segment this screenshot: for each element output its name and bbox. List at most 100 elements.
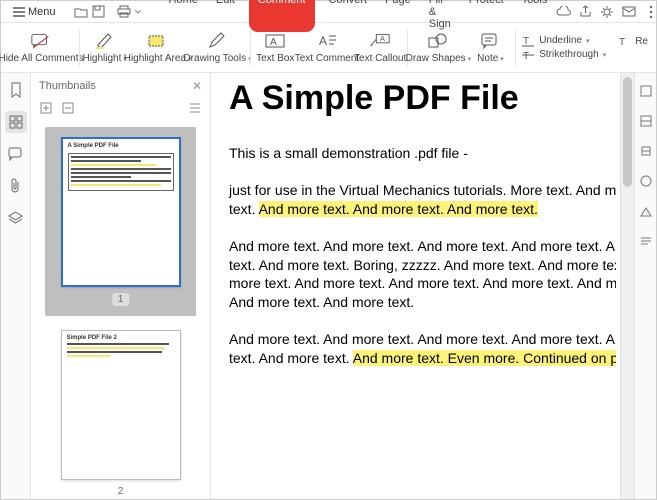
vertical-scrollbar[interactable]	[620, 73, 634, 499]
layers-rail-button[interactable]	[5, 207, 27, 229]
text-markup-group: T Underline ▾ T Strikethrough ▾	[518, 33, 610, 63]
highlight-button[interactable]: Highlight▾	[82, 29, 128, 66]
strikethrough-icon: T	[522, 49, 535, 61]
replace-label: Re	[635, 36, 648, 47]
right-rail-item-2[interactable]	[638, 113, 654, 129]
tab-fill-sign[interactable]: Fill & Sign	[425, 0, 455, 32]
close-icon[interactable]: ✕	[192, 79, 202, 93]
drawing-tools-label: Drawing Tools	[183, 53, 246, 64]
left-rail	[1, 73, 31, 499]
menubar: Menu Home Edit Comment Convert Page Fill…	[1, 1, 656, 23]
main-tabs: Home Edit Comment Convert Page Fill & Si…	[165, 0, 552, 32]
right-rail-item-1[interactable]	[638, 83, 654, 99]
right-rail-item-5[interactable]	[638, 203, 654, 219]
svg-text:T: T	[619, 37, 625, 47]
scrollbar-thumb[interactable]	[623, 77, 632, 187]
text-callout-button[interactable]: A Text Callout	[356, 29, 405, 66]
underline-label: Underline	[539, 35, 582, 46]
print-dropdown-icon[interactable]	[135, 4, 141, 20]
note-button[interactable]: Note▾	[467, 29, 513, 66]
svg-text:A: A	[380, 34, 385, 43]
mail-icon[interactable]	[621, 4, 637, 20]
note-label: Note	[477, 53, 498, 64]
text-box-button[interactable]: A Text Box	[252, 29, 298, 66]
thumbnail-page-1[interactable]: A Simple PDF File 1	[45, 127, 196, 316]
highlight-area-label: Highlight Area	[124, 53, 186, 64]
shapes-icon	[427, 31, 449, 51]
thumbnails-title: Thumbnails	[39, 80, 96, 92]
thumbnails-rail-button[interactable]	[5, 111, 27, 133]
paragraph: just for use in the Virtual Mechanics tu…	[229, 181, 616, 219]
thumbnails-panel: Thumbnails ✕ A Simple PDF File	[31, 73, 211, 499]
right-rail-item-6[interactable]	[638, 233, 654, 249]
svg-text:T: T	[523, 51, 529, 61]
workarea: Thumbnails ✕ A Simple PDF File	[1, 73, 656, 499]
paragraph: This is a small demonstration .pdf file …	[229, 144, 616, 163]
document-viewport: A Simple PDF File This is a small demons…	[211, 73, 634, 499]
thumb-page-num: 1	[112, 293, 130, 306]
thumb-title: A Simple PDF File	[63, 139, 179, 151]
thumbnails-list: A Simple PDF File 1 Simp	[31, 121, 210, 499]
thumbnail-page-2[interactable]: Simple PDF File 2 2	[45, 330, 196, 497]
thumb-zoom-out-icon[interactable]	[61, 101, 75, 115]
right-rail	[634, 73, 656, 499]
text-box-icon: A	[264, 31, 286, 51]
document-page[interactable]: A Simple PDF File This is a small demons…	[211, 73, 616, 499]
hide-all-comments-button[interactable]: Hide All Comments	[5, 29, 77, 66]
tab-comment[interactable]: Comment	[249, 0, 315, 32]
bookmarks-rail-button[interactable]	[5, 79, 27, 101]
right-rail-item-4[interactable]	[638, 173, 654, 189]
replace-icon: T	[618, 35, 631, 47]
hamburger-icon	[13, 7, 25, 17]
text-comment-button[interactable]: A Text Comment	[298, 29, 355, 66]
strikethrough-label: Strikethrough	[539, 49, 598, 60]
print-icon[interactable]	[117, 4, 131, 20]
tab-edit[interactable]: Edit	[212, 0, 239, 32]
tab-convert[interactable]: Convert	[325, 0, 372, 32]
settings-icon[interactable]	[599, 4, 615, 20]
separator	[515, 30, 516, 66]
text-callout-label: Text Callout	[354, 53, 406, 64]
thumb-zoom-in-icon[interactable]	[39, 101, 53, 115]
text-box-label: Text Box	[256, 53, 294, 64]
strikethrough-button[interactable]: T Strikethrough ▾	[522, 49, 606, 61]
comments-rail-button[interactable]	[5, 143, 27, 165]
highlight-area-button[interactable]: Highlight Area▾	[128, 29, 188, 66]
chevron-down-icon: ▾	[603, 51, 607, 59]
tab-page[interactable]: Page	[381, 0, 415, 32]
text-markup-group-2: T Re x	[614, 33, 652, 62]
page-title: A Simple PDF File	[229, 79, 616, 118]
tab-home[interactable]: Home	[165, 0, 202, 32]
more-icon[interactable]	[643, 4, 657, 20]
attachments-rail-button[interactable]	[5, 175, 27, 197]
chevron-down-icon: ▾	[500, 55, 504, 63]
thumbnails-toolbar	[31, 99, 210, 121]
save-icon[interactable]	[92, 4, 105, 20]
highlight-label: Highlight	[82, 53, 121, 64]
thumb-options-icon[interactable]	[188, 101, 202, 115]
svg-text:A: A	[319, 34, 327, 48]
cloud-icon[interactable]	[555, 4, 571, 20]
share-icon[interactable]	[577, 4, 593, 20]
text-comment-icon: A	[316, 31, 338, 51]
tab-tools[interactable]: Tools	[518, 0, 552, 32]
draw-shapes-button[interactable]: Draw Shapes▾	[409, 29, 467, 66]
highlighted-text: And more text. And more text. And more t…	[259, 201, 538, 217]
tab-protect[interactable]: Protect	[465, 0, 508, 32]
hide-comments-icon	[30, 31, 52, 51]
text-comment-label: Text Comment	[295, 53, 359, 64]
open-file-icon[interactable]	[74, 4, 88, 20]
right-rail-item-3[interactable]	[638, 143, 654, 159]
paragraph: And more text. And more text. And more t…	[229, 237, 616, 313]
underline-button[interactable]: T Underline▾	[522, 35, 606, 47]
svg-text:A: A	[270, 37, 277, 48]
drawing-tools-button[interactable]: Drawing Tools▾	[188, 29, 248, 66]
replace-button[interactable]: T Re	[618, 35, 648, 47]
menu-label: Menu	[28, 6, 56, 18]
menu-button[interactable]: Menu	[7, 4, 62, 20]
hide-all-label: Hide All Comments	[0, 53, 84, 64]
thumb-title: Simple PDF File 2	[62, 331, 180, 343]
chevron-down-icon: ▾	[586, 37, 590, 45]
separator	[79, 30, 80, 66]
paragraph: And more text. And more text. And more t…	[229, 330, 616, 368]
